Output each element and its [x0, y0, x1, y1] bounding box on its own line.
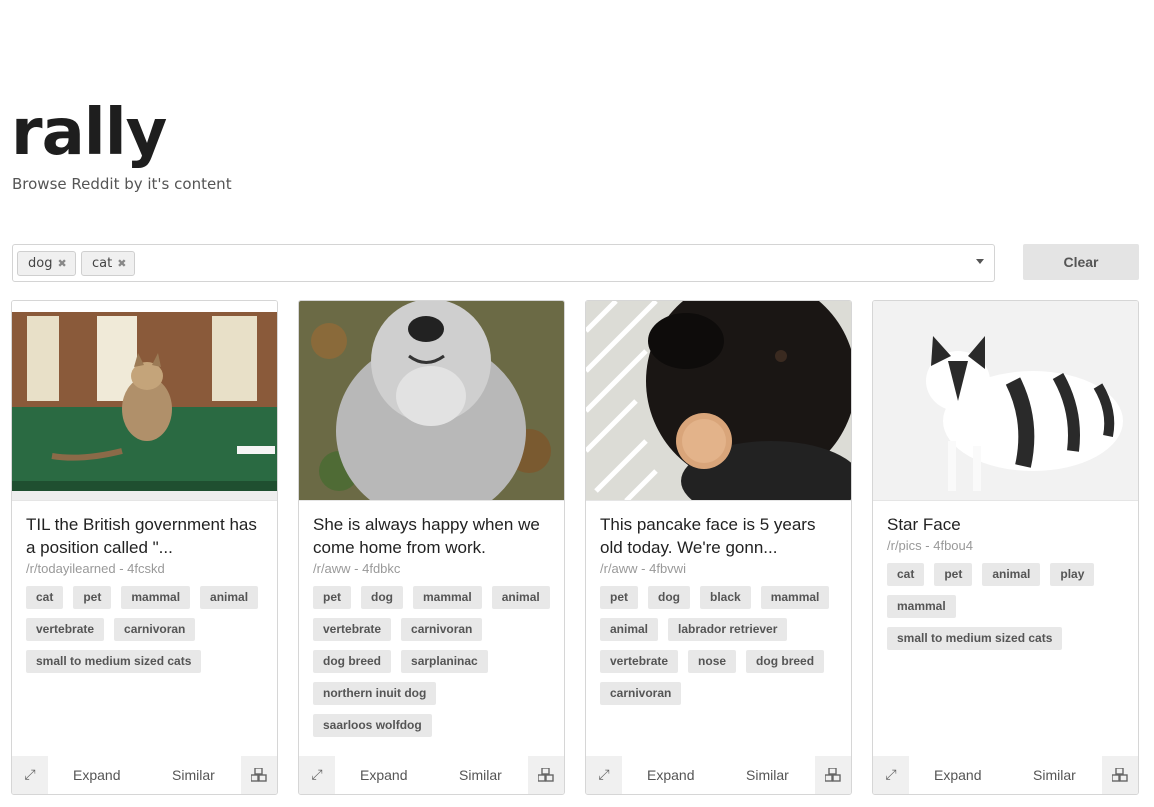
- post-subreddit[interactable]: /r/aww - 4fbvwi: [600, 561, 686, 576]
- tag[interactable]: small to medium sized cats: [887, 627, 1063, 650]
- tag-chip-dog: dog ✖: [17, 251, 76, 276]
- tag-list: cat pet mammal animal vertebrate carnivo…: [26, 586, 271, 673]
- tag-chip-cat: cat ✖: [81, 251, 136, 276]
- app-tagline: Browse Reddit by it's content: [12, 175, 232, 193]
- post-subreddit[interactable]: /r/aww - 4fdbkc: [313, 561, 400, 576]
- tag[interactable]: pet: [73, 586, 112, 609]
- tag[interactable]: mammal: [121, 586, 191, 609]
- similar-button[interactable]: Similar: [746, 767, 789, 783]
- tag[interactable]: animal: [600, 618, 659, 641]
- tag[interactable]: carnivoran: [114, 618, 196, 641]
- post-title[interactable]: She is always happy when we come home fr…: [313, 513, 553, 559]
- post-title[interactable]: Star Face: [887, 513, 1127, 536]
- remove-chip-icon[interactable]: ✖: [117, 257, 126, 270]
- post-image[interactable]: [12, 301, 277, 501]
- post-image[interactable]: [873, 301, 1138, 501]
- tag[interactable]: saarloos wolfdog: [313, 714, 432, 737]
- card-footer: ⤢ Expand Similar: [299, 756, 564, 794]
- expand-button[interactable]: Expand: [73, 767, 120, 783]
- post-card: Star Face /r/pics - 4fbou4 cat pet anima…: [872, 300, 1139, 795]
- remove-chip-icon[interactable]: ✖: [57, 257, 66, 270]
- tag[interactable]: mammal: [887, 595, 956, 618]
- tag-list: cat pet animal play mammal small to medi…: [887, 563, 1132, 650]
- post-image[interactable]: [586, 301, 851, 501]
- tag[interactable]: vertebrate: [26, 618, 105, 641]
- cubes-icon[interactable]: [1102, 756, 1138, 794]
- tag[interactable]: dog: [648, 586, 690, 609]
- tag[interactable]: dog breed: [313, 650, 392, 673]
- tag[interactable]: sarplaninac: [401, 650, 488, 673]
- post-title[interactable]: This pancake face is 5 years old today. …: [600, 513, 840, 559]
- post-subreddit[interactable]: /r/pics - 4fbou4: [887, 538, 973, 553]
- cubes-icon[interactable]: [815, 756, 851, 794]
- tag-list: pet dog mammal animal vertebrate carnivo…: [313, 586, 558, 737]
- expand-arrows-icon[interactable]: ⤢: [873, 756, 909, 794]
- post-card: She is always happy when we come home fr…: [298, 300, 565, 795]
- tag[interactable]: black: [700, 586, 751, 609]
- tag-search-input[interactable]: dog ✖ cat ✖: [12, 244, 995, 282]
- dropdown-caret-icon[interactable]: [976, 259, 984, 264]
- tag[interactable]: dog: [361, 586, 403, 609]
- similar-button[interactable]: Similar: [1033, 767, 1076, 783]
- tag-chip-label: cat: [92, 256, 113, 271]
- tag[interactable]: nose: [688, 650, 737, 673]
- tag[interactable]: pet: [934, 563, 973, 586]
- tag[interactable]: animal: [491, 586, 550, 609]
- expand-arrows-icon[interactable]: ⤢: [12, 756, 48, 794]
- tag[interactable]: northern inuit dog: [313, 682, 437, 705]
- app-logo: rally: [11, 96, 167, 170]
- tag[interactable]: mammal: [760, 586, 830, 609]
- post-card: This pancake face is 5 years old today. …: [585, 300, 852, 795]
- post-title[interactable]: TIL the British government has a positio…: [26, 513, 266, 559]
- expand-arrows-icon[interactable]: ⤢: [299, 756, 335, 794]
- tag[interactable]: pet: [600, 586, 638, 609]
- card-footer: ⤢ Expand Similar: [586, 756, 851, 794]
- similar-button[interactable]: Similar: [172, 767, 215, 783]
- tag[interactable]: mammal: [413, 586, 482, 609]
- tag[interactable]: vertebrate: [313, 618, 392, 641]
- tag-list: pet dog black mammal animal labrador ret…: [600, 586, 845, 705]
- post-image[interactable]: [299, 301, 564, 501]
- card-footer: ⤢ Expand Similar: [12, 756, 277, 794]
- card-footer: ⤢ Expand Similar: [873, 756, 1138, 794]
- tag[interactable]: small to medium sized cats: [26, 650, 202, 673]
- tag[interactable]: cat: [26, 586, 64, 609]
- tag[interactable]: play: [1050, 563, 1095, 586]
- tag[interactable]: carnivoran: [401, 618, 483, 641]
- post-subreddit[interactable]: /r/todayilearned - 4fcskd: [26, 561, 165, 576]
- tag[interactable]: labrador retriever: [668, 618, 788, 641]
- cubes-icon[interactable]: [528, 756, 564, 794]
- tag-chip-label: dog: [28, 256, 53, 271]
- clear-button[interactable]: Clear: [1023, 244, 1139, 280]
- expand-arrows-icon[interactable]: ⤢: [586, 756, 622, 794]
- tag[interactable]: pet: [313, 586, 351, 609]
- tag[interactable]: animal: [982, 563, 1041, 586]
- expand-button[interactable]: Expand: [934, 767, 981, 783]
- expand-button[interactable]: Expand: [647, 767, 694, 783]
- post-card: TIL the British government has a positio…: [11, 300, 278, 795]
- similar-button[interactable]: Similar: [459, 767, 502, 783]
- tag[interactable]: vertebrate: [600, 650, 679, 673]
- cubes-icon[interactable]: [241, 756, 277, 794]
- tag[interactable]: animal: [200, 586, 259, 609]
- expand-button[interactable]: Expand: [360, 767, 407, 783]
- tag[interactable]: carnivoran: [600, 682, 682, 705]
- tag[interactable]: dog breed: [746, 650, 825, 673]
- tag[interactable]: cat: [887, 563, 925, 586]
